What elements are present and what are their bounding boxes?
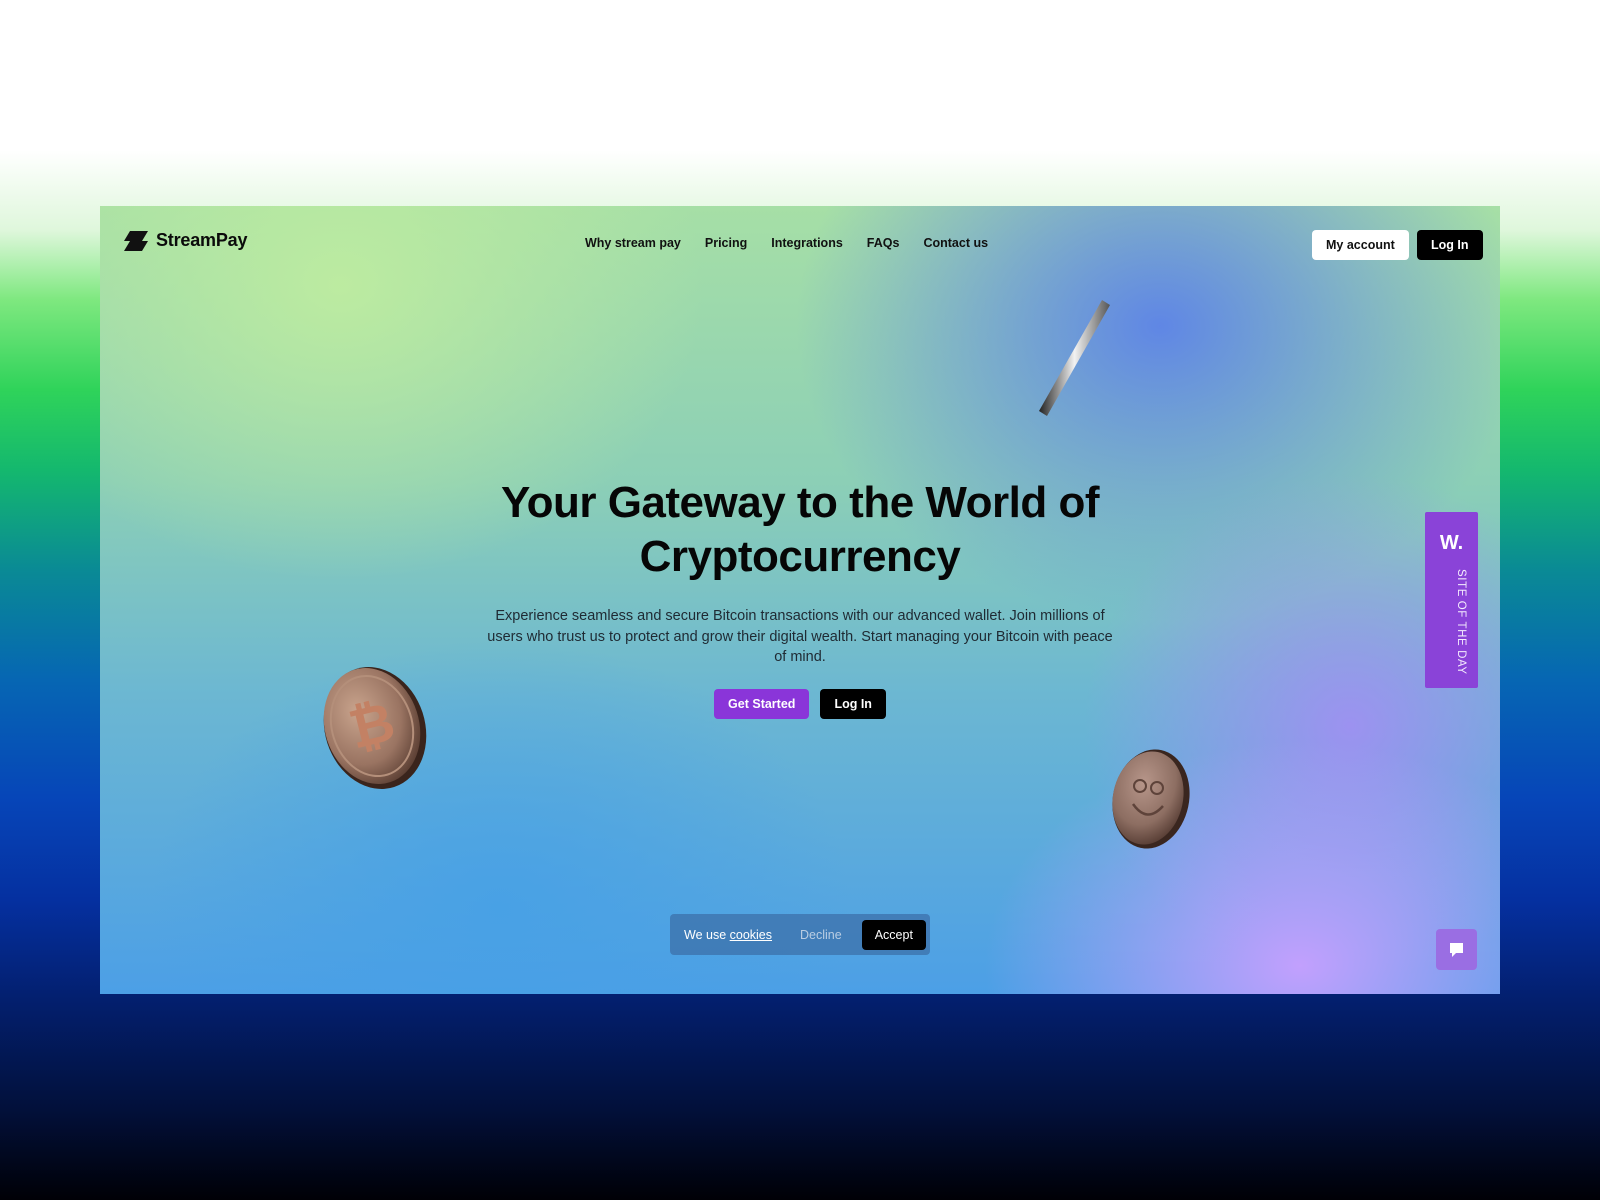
chat-widget-button[interactable] — [1436, 929, 1477, 970]
cookie-decline-button[interactable]: Decline — [800, 928, 842, 942]
cookies-link[interactable]: cookies — [730, 928, 772, 942]
hero-section: Your Gateway to the World of Cryptocurre… — [440, 476, 1160, 719]
nav-login-button[interactable]: Log In — [1417, 230, 1483, 260]
main-menu: Why stream pay Pricing Integrations FAQs… — [585, 236, 988, 250]
site-of-the-day-label: SITE OF THE DAY — [1455, 569, 1467, 675]
hero-login-button[interactable]: Log In — [820, 688, 886, 719]
nav-link-pricing[interactable]: Pricing — [705, 236, 747, 250]
brand-name: StreamPay — [156, 230, 248, 250]
coin-edge-icon — [1039, 300, 1110, 416]
streampay-logo-icon — [124, 230, 148, 251]
awwwards-logo: W. — [1439, 532, 1464, 554]
nav-link-integrations[interactable]: Integrations — [771, 236, 843, 250]
cookie-message: We use cookies — [684, 928, 772, 942]
hero-title-line-1: Your Gateway to the World of — [501, 478, 1099, 527]
my-account-button[interactable]: My account — [1312, 230, 1409, 260]
bitcoin-coin-icon: ₿ — [323, 667, 427, 789]
nav-link-contact-us[interactable]: Contact us — [923, 236, 988, 250]
smiley-coin-icon — [1112, 749, 1190, 849]
get-started-button[interactable]: Get Started — [714, 688, 810, 719]
hero-subtitle: Experience seamless and secure Bitcoin t… — [487, 608, 1113, 665]
cookie-message-prefix: We use — [684, 927, 730, 942]
nav-link-faqs[interactable]: FAQs — [867, 236, 900, 250]
chat-icon — [1450, 943, 1463, 957]
hero-title: Your Gateway to the World of Cryptocurre… — [440, 476, 1160, 584]
nav-link-why-stream-pay[interactable]: Why stream pay — [585, 236, 681, 250]
brand-logo[interactable]: StreamPay — [124, 230, 247, 251]
hero-title-line-2: Cryptocurrency — [639, 532, 961, 581]
website-frame: StreamPay Why stream pay Pricing Integra… — [100, 206, 1500, 994]
cookie-accept-button[interactable]: Accept — [861, 919, 926, 950]
top-navigation: StreamPay Why stream pay Pricing Integra… — [100, 206, 1500, 282]
hero-buttons: Get Started Log In — [440, 688, 1160, 719]
site-of-the-day-badge[interactable]: W. SITE OF THE DAY — [1425, 512, 1478, 688]
cookie-banner: We use cookies Decline Accept — [670, 914, 930, 955]
